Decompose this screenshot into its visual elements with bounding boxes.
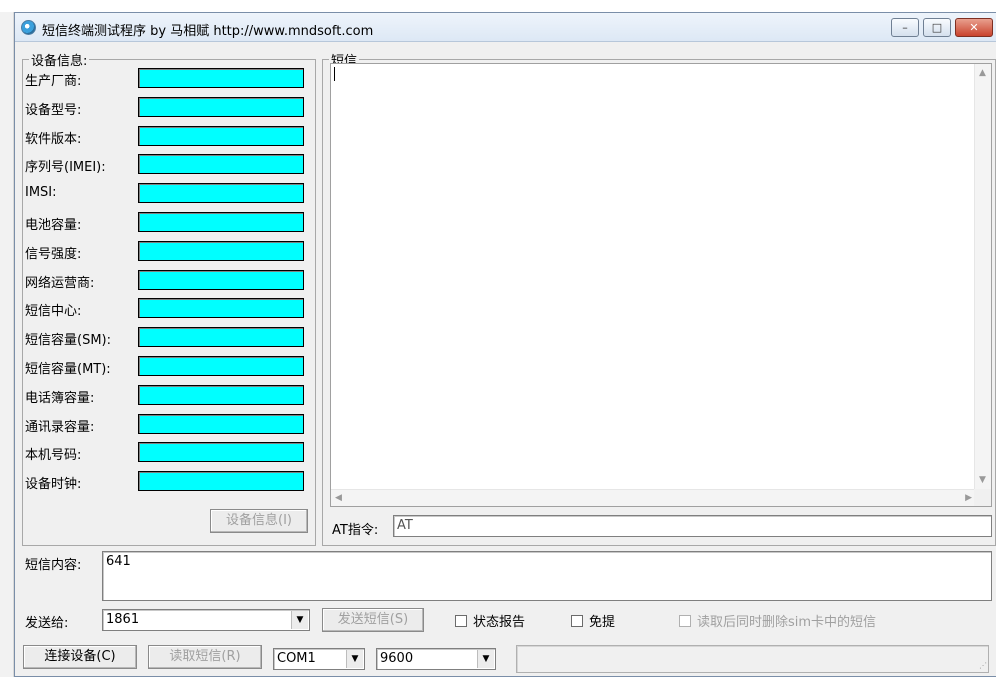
- port-value: COM1: [277, 651, 316, 666]
- device-info-legend: 设备信息:: [31, 54, 88, 69]
- hands-free-label: 免提: [589, 615, 616, 630]
- device-field-value: [138, 154, 304, 174]
- dropdown-arrow-icon[interactable]: ▼: [346, 650, 363, 668]
- device-field-label: 电话簿容量:: [25, 391, 95, 406]
- checkbox-box[interactable]: [571, 615, 583, 627]
- vertical-scrollbar[interactable]: ▲ ▼: [974, 64, 991, 489]
- checkbox-box[interactable]: [679, 615, 691, 627]
- delete-after-read-checkbox[interactable]: 读取后同时删除sim卡中的短信: [679, 611, 876, 630]
- device-field-label: 设备型号:: [25, 103, 82, 118]
- resize-grip-icon[interactable]: ⋰: [979, 661, 987, 670]
- device-field-label: 设备时钟:: [25, 477, 82, 492]
- baud-value: 9600: [380, 651, 414, 666]
- device-field-value: [138, 442, 304, 462]
- app-window: 短信终端测试程序 by 马相赋 http://www.mndsoft.com –…: [14, 12, 996, 677]
- device-field-label: 通讯录容量:: [25, 420, 95, 435]
- device-field-label: 电池容量:: [25, 218, 82, 233]
- device-field-value: [138, 183, 304, 203]
- device-field-label: 序列号(IMEI):: [25, 160, 106, 175]
- baud-combo[interactable]: 9600 ▼: [376, 648, 496, 670]
- device-field-label: 信号强度:: [25, 247, 82, 262]
- device-field-value: [138, 126, 304, 146]
- desktop-top-strip: [0, 0, 996, 12]
- device-field-label: 短信中心:: [25, 304, 82, 319]
- device-field-value: [138, 270, 304, 290]
- checkbox-box[interactable]: [455, 615, 467, 627]
- app-icon: [21, 20, 36, 35]
- device-field-label: 生产厂商:: [25, 74, 82, 89]
- maximize-button[interactable]: □: [923, 18, 951, 37]
- scroll-down-icon[interactable]: ▼: [979, 475, 986, 485]
- minimize-button[interactable]: –: [891, 18, 919, 37]
- scroll-right-icon[interactable]: ▶: [965, 493, 972, 503]
- recipient-value: 1861: [106, 612, 140, 627]
- message-content-label: 短信内容:: [25, 558, 82, 573]
- dropdown-arrow-icon[interactable]: ▼: [291, 611, 308, 629]
- horizontal-scrollbar[interactable]: ◀ ▶: [331, 489, 976, 506]
- status-report-label: 状态报告: [473, 615, 526, 630]
- device-field-label: 短信容量(MT):: [25, 362, 111, 377]
- read-sms-button[interactable]: 读取短信(R): [148, 645, 262, 669]
- device-field-value: [138, 414, 304, 434]
- desktop-left-strip: [0, 12, 14, 677]
- message-content-input[interactable]: 641: [102, 551, 992, 601]
- device-field-value: [138, 298, 304, 318]
- device-field-value: [138, 241, 304, 261]
- device-field-label: IMSI:: [25, 185, 57, 200]
- connect-device-button[interactable]: 连接设备(C): [23, 645, 137, 669]
- port-combo[interactable]: COM1 ▼: [273, 648, 365, 670]
- device-info-button[interactable]: 设备信息(I): [210, 509, 308, 533]
- device-field-label: 软件版本:: [25, 132, 82, 147]
- device-field-label: 网络运营商:: [25, 276, 95, 291]
- device-field-value: [138, 68, 304, 88]
- status-report-checkbox[interactable]: 状态报告: [455, 611, 525, 630]
- at-command-input[interactable]: AT: [393, 515, 992, 537]
- device-field-value: [138, 327, 304, 347]
- device-field-label: 短信容量(SM):: [25, 333, 111, 348]
- text-caret: [334, 67, 335, 81]
- scroll-corner: [974, 489, 991, 506]
- status-panel: ⋰: [516, 645, 989, 673]
- close-button[interactable]: ✕: [955, 18, 993, 37]
- device-field-label: 本机号码:: [25, 448, 82, 463]
- delete-after-read-label: 读取后同时删除sim卡中的短信: [697, 615, 877, 630]
- hands-free-checkbox[interactable]: 免提: [571, 611, 615, 630]
- window-title: 短信终端测试程序 by 马相赋 http://www.mndsoft.com: [42, 24, 374, 39]
- device-field-value: [138, 385, 304, 405]
- scroll-left-icon[interactable]: ◀: [335, 493, 342, 503]
- device-field-value: [138, 212, 304, 232]
- sms-textarea[interactable]: ▲ ▼ ◀ ▶: [330, 63, 992, 507]
- device-field-value: [138, 97, 304, 117]
- device-field-value: [138, 471, 304, 491]
- scroll-up-icon[interactable]: ▲: [979, 68, 986, 78]
- device-field-value: [138, 356, 304, 376]
- at-command-label: AT指令:: [332, 523, 379, 538]
- send-sms-button[interactable]: 发送短信(S): [322, 608, 424, 632]
- send-to-label: 发送给:: [25, 616, 69, 631]
- dropdown-arrow-icon[interactable]: ▼: [477, 650, 494, 668]
- title-bar[interactable]: 短信终端测试程序 by 马相赋 http://www.mndsoft.com –…: [15, 13, 996, 42]
- recipient-combo[interactable]: 1861 ▼: [102, 609, 310, 631]
